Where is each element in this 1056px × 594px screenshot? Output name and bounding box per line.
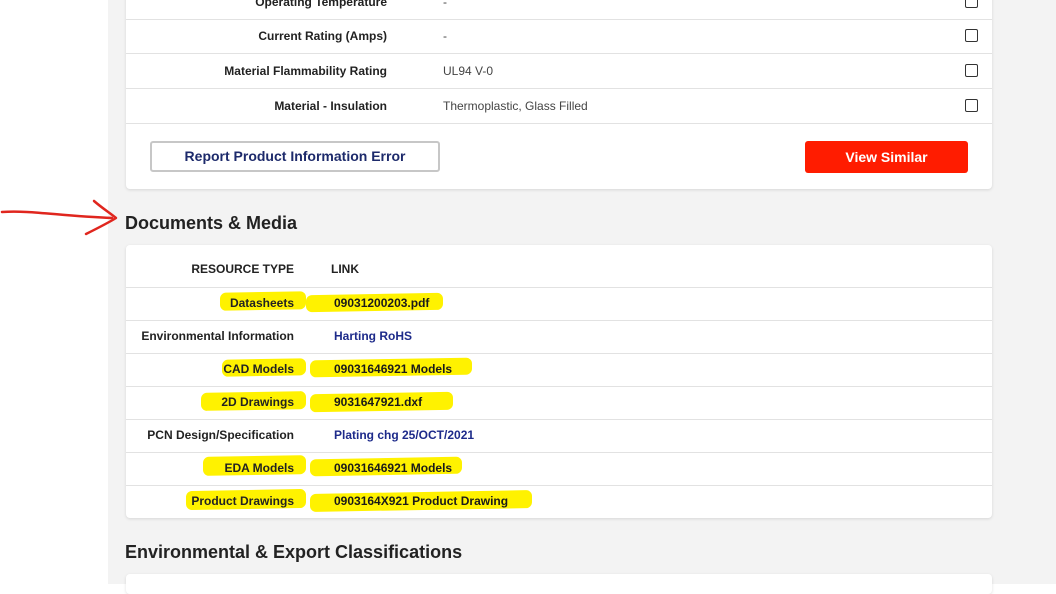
document-row-2d-drawings: 2D Drawings 9031647921.dxf [126,386,992,420]
document-row-eda-models: EDA Models 09031646921 Models [126,452,992,486]
header-resource-type: RESOURCE TYPE [191,262,294,276]
document-row-environmental: Environmental Information Harting RoHS [126,320,992,354]
document-row-datasheets: Datasheets 09031200203.pdf [126,287,992,321]
document-link[interactable]: Plating chg 25/OCT/2021 [334,419,474,452]
attribute-value: Thermoplastic, Glass Filled [443,99,588,113]
document-link[interactable]: 09031646921 Models [334,353,452,386]
attribute-name: Material - Insulation [274,99,387,113]
attribute-name: Operating Temperature [255,0,387,9]
attribute-row-flammability: Material Flammability Rating UL94 V-0 [126,54,992,89]
resource-type: Product Drawings [191,494,294,508]
annotation-arrow-icon [0,199,118,236]
attribute-row-current-rating: Current Rating (Amps) - [126,19,992,54]
attribute-checkbox[interactable] [965,64,978,77]
product-attributes-card: Operating Temperature - Current Rating (… [126,0,992,189]
document-link[interactable]: 09031200203.pdf [334,287,429,320]
documents-table-header: RESOURCE TYPE LINK [126,245,992,288]
document-link[interactable]: 9031647921.dxf [334,386,422,419]
documents-section-title: Documents & Media [125,213,298,233]
document-row-pcn: PCN Design/Specification Plating chg 25/… [126,419,992,453]
resource-type: Environmental Information [141,329,294,343]
attribute-name: Current Rating (Amps) [258,29,387,43]
attribute-row-operating-temperature: Operating Temperature - [126,0,992,20]
document-row-product-drawings: Product Drawings 0903164X921 Product Dra… [126,485,992,518]
document-link[interactable]: 09031646921 Models [334,452,452,485]
resource-type: PCN Design/Specification [147,428,294,442]
attribute-checkbox[interactable] [965,99,978,112]
document-row-cad-models: CAD Models 09031646921 Models [126,353,992,387]
document-link[interactable]: Harting RoHS [334,320,412,353]
attribute-row-insulation: Material - Insulation Thermoplastic, Gla… [126,89,992,124]
attribute-name: Material Flammability Rating [224,64,387,78]
attribute-value: - [443,29,447,43]
attribute-value: - [443,0,447,9]
attribute-value: UL94 V-0 [443,64,494,78]
document-link[interactable]: 0903164X921 Product Drawing [334,485,508,518]
resource-type: Datasheets [229,296,294,310]
attribute-checkbox[interactable] [965,29,978,42]
resource-type: EDA Models [224,461,294,475]
resource-type: 2D Drawings [221,395,294,409]
resource-type: CAD Models [223,362,294,376]
attribute-checkbox[interactable] [965,0,978,8]
header-link: LINK [331,262,359,276]
report-error-button[interactable]: Report Product Information Error [150,141,440,172]
documents-media-card: RESOURCE TYPE LINK Datasheets 0903120020… [126,245,992,518]
environmental-card [126,574,992,594]
view-similar-button[interactable]: View Similar [805,141,968,173]
environmental-section-title: Environmental & Export Classifications [125,542,463,562]
